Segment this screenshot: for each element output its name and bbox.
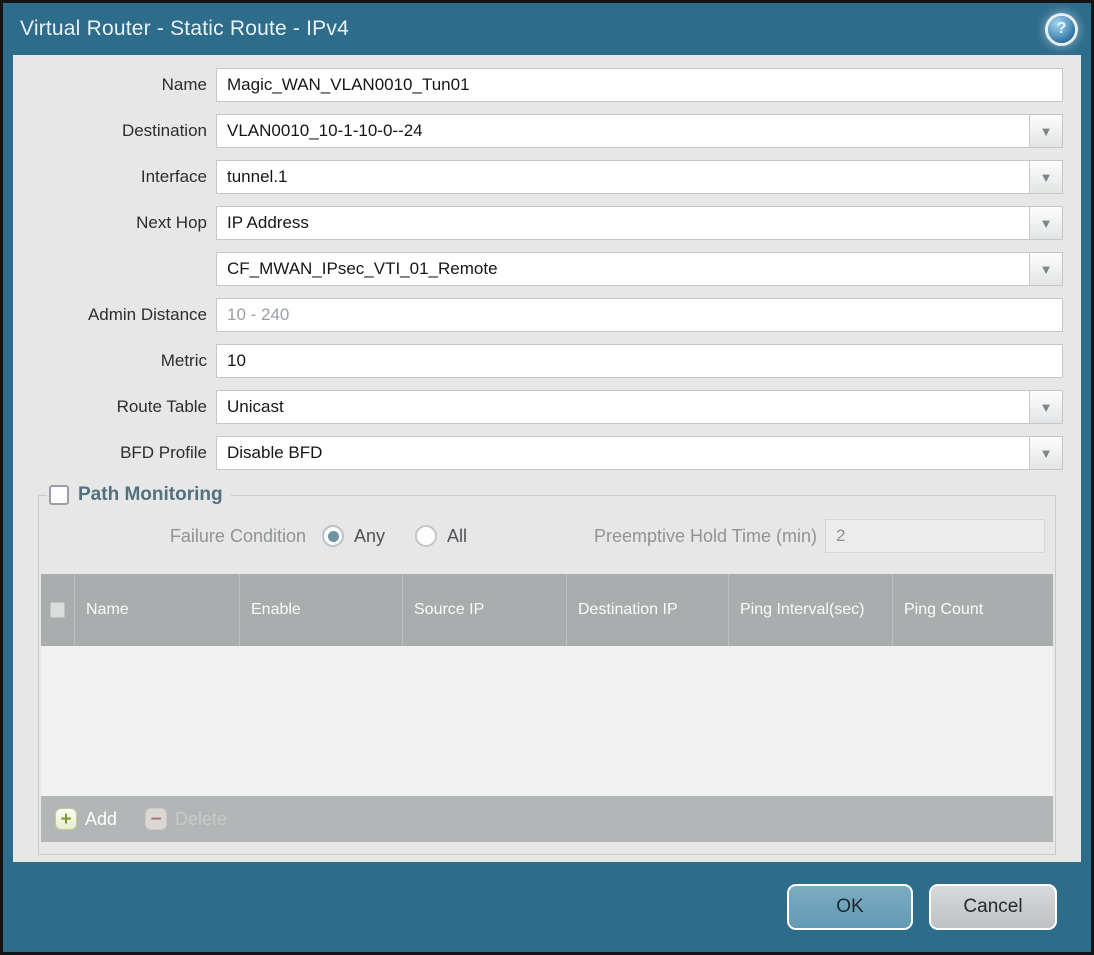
form-row-bfd-profile: BFD Profile Disable BFD ▼	[13, 436, 1063, 470]
column-header-ping-count: Ping Count	[892, 574, 1053, 646]
name-input[interactable]	[216, 68, 1063, 102]
interface-label: Interface	[140, 167, 207, 186]
dialog-title: Virtual Router - Static Route - IPv4	[20, 17, 349, 40]
ok-button[interactable]: OK	[787, 884, 913, 930]
column-header-name: Name	[74, 574, 239, 646]
failure-condition-label: Failure Condition	[169, 525, 306, 546]
path-monitoring-table: Name Enable Source IP Destination IP Pin…	[41, 574, 1053, 842]
next-hop-label: Next Hop	[136, 213, 207, 232]
form-row-route-table: Route Table Unicast ▼	[13, 390, 1063, 424]
chevron-down-icon[interactable]: ▼	[1029, 207, 1062, 239]
table-header-select-all	[41, 574, 74, 646]
chevron-down-icon[interactable]: ▼	[1029, 161, 1062, 193]
add-button-label: Add	[85, 808, 118, 829]
table-action-bar: + Add − Delete	[41, 796, 1053, 842]
metric-label: Metric	[160, 351, 207, 370]
next-hop-type-select[interactable]: IP Address ▼	[216, 206, 1063, 240]
column-header-source-ip: Source IP	[402, 574, 566, 646]
route-table-label: Route Table	[116, 397, 207, 416]
title-bar: Virtual Router - Static Route - IPv4 ?	[3, 3, 1091, 55]
add-icon: +	[55, 808, 77, 830]
interface-value: tunnel.1	[227, 167, 288, 186]
name-label: Name	[161, 75, 207, 94]
column-header-enable: Enable	[239, 574, 402, 646]
failure-condition-all-radio[interactable]	[415, 525, 438, 547]
cancel-button[interactable]: Cancel	[929, 884, 1057, 930]
form-row-name: Name	[13, 68, 1063, 102]
bfd-profile-value: Disable BFD	[227, 443, 323, 462]
path-monitoring-checkbox[interactable]	[49, 485, 69, 505]
delete-icon: −	[145, 808, 168, 830]
form-row-interface: Interface tunnel.1 ▼	[13, 160, 1063, 194]
failure-condition-all-label: All	[447, 525, 468, 546]
chevron-down-icon[interactable]: ▼	[1029, 437, 1062, 469]
chevron-down-icon[interactable]: ▼	[1029, 253, 1062, 285]
next-hop-address-value: CF_MWAN_IPsec_VTI_01_Remote	[227, 259, 498, 278]
select-all-checkbox[interactable]	[50, 602, 65, 618]
chevron-down-icon[interactable]: ▼	[1029, 391, 1062, 423]
failure-condition-row: Failure Condition Any All Preemptive Hol…	[41, 518, 1053, 554]
destination-select[interactable]: VLAN0010_10-1-10-0--24 ▼	[216, 114, 1063, 148]
column-header-ping-interval: Ping Interval(sec)	[728, 574, 892, 646]
next-hop-address-select[interactable]: CF_MWAN_IPsec_VTI_01_Remote ▼	[216, 252, 1063, 286]
route-table-select[interactable]: Unicast ▼	[216, 390, 1063, 424]
preemptive-hold-time-label: Preemptive Hold Time (min)	[593, 525, 817, 546]
path-monitoring-legend: Path Monitoring	[47, 484, 231, 506]
admin-distance-input[interactable]	[216, 298, 1063, 332]
form-row-next-hop: Next Hop IP Address ▼	[13, 206, 1063, 240]
dialog-body: Name Destination VLAN0010_10-1-10-0--24 …	[13, 55, 1081, 862]
bfd-profile-select[interactable]: Disable BFD ▼	[216, 436, 1063, 470]
table-header-row: Name Enable Source IP Destination IP Pin…	[41, 574, 1053, 646]
help-icon[interactable]: ?	[1048, 15, 1075, 43]
add-button[interactable]: + Add	[55, 808, 117, 830]
form-row-metric: Metric	[13, 344, 1063, 378]
route-table-value: Unicast	[227, 397, 284, 416]
destination-label: Destination	[121, 121, 207, 140]
column-header-destination-ip: Destination IP	[566, 574, 728, 646]
chevron-down-icon[interactable]: ▼	[1029, 115, 1062, 147]
bfd-profile-label: BFD Profile	[120, 443, 207, 462]
preemptive-hold-time-input[interactable]	[825, 519, 1045, 553]
failure-condition-any-radio[interactable]	[322, 525, 344, 547]
form-row-destination: Destination VLAN0010_10-1-10-0--24 ▼	[13, 114, 1063, 148]
destination-value: VLAN0010_10-1-10-0--24	[227, 121, 423, 140]
delete-button[interactable]: − Delete	[145, 808, 227, 830]
path-monitoring-section: Path Monitoring Failure Condition Any Al…	[38, 484, 1056, 855]
dialog-footer: OK Cancel	[3, 862, 1091, 952]
form-row-admin-distance: Admin Distance	[13, 298, 1063, 332]
admin-distance-label: Admin Distance	[87, 305, 207, 324]
path-monitoring-title: Path Monitoring	[78, 484, 223, 505]
dialog-window: Virtual Router - Static Route - IPv4 ? N…	[0, 0, 1094, 955]
form-row-next-hop-address: CF_MWAN_IPsec_VTI_01_Remote ▼	[13, 252, 1063, 286]
delete-button-label: Delete	[175, 808, 228, 829]
failure-condition-any-label: Any	[354, 525, 386, 546]
metric-input[interactable]	[216, 344, 1063, 378]
table-empty-body	[41, 646, 1053, 796]
next-hop-type-value: IP Address	[227, 213, 309, 232]
interface-select[interactable]: tunnel.1 ▼	[216, 160, 1063, 194]
